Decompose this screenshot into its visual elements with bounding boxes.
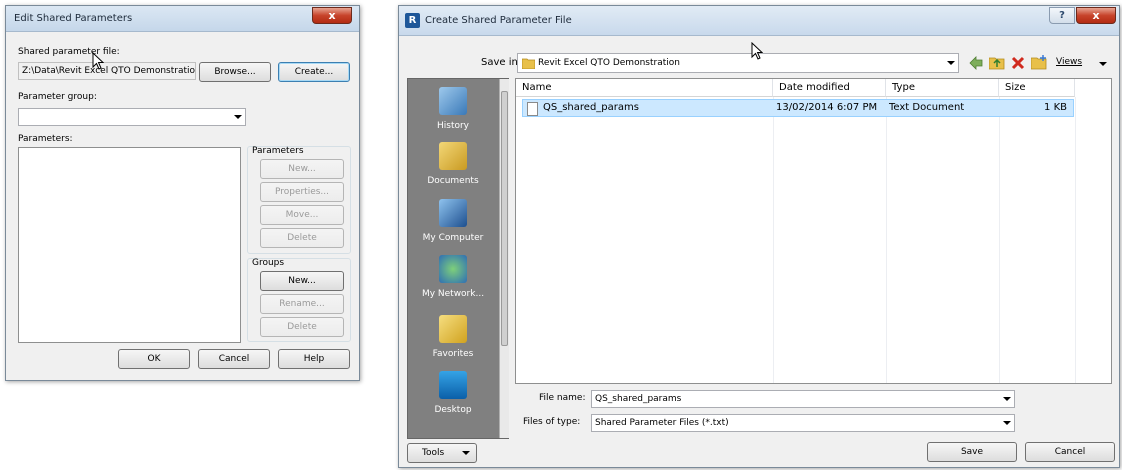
parameter-group-label: Parameter group: (18, 92, 97, 102)
save-button[interactable]: Save (927, 442, 1017, 462)
file-date: 13/02/2014 6:07 PM (776, 102, 878, 113)
save-in-select[interactable]: Revit Excel QTO Demonstration (517, 53, 959, 73)
file-row-selected[interactable]: QS_shared_params 13/02/2014 6:07 PM Text… (522, 99, 1074, 117)
chevron-down-icon (1003, 421, 1011, 425)
column-header-size[interactable]: Size (999, 79, 1075, 97)
files-of-type-label: Files of type: (523, 417, 581, 427)
dialog-title: Create Shared Parameter File (425, 15, 572, 26)
places-bar: History Documents My Computer My Network… (407, 78, 509, 439)
title-bar: Edit Shared Parameters x (6, 6, 359, 32)
cancel-button[interactable]: Cancel (198, 349, 270, 369)
delete-group-button[interactable]: Delete (260, 317, 344, 337)
shared-parameter-file-path: Z:\Data\Revit Excel QTO Demonstration\ (18, 62, 196, 80)
views-chevron-down-icon[interactable] (1099, 62, 1107, 66)
column-header-name[interactable]: Name (516, 79, 773, 97)
chevron-down-icon (1003, 397, 1011, 401)
shared-parameter-file-label: Shared parameter file: (18, 47, 120, 57)
chevron-down-icon (947, 61, 955, 65)
cancel-button[interactable]: Cancel (1025, 442, 1115, 462)
create-shared-parameter-file-dialog: R Create Shared Parameter File ? x Save … (398, 5, 1120, 468)
text-document-icon (527, 102, 538, 116)
places-scrollbar-thumb[interactable] (501, 91, 508, 346)
files-of-type-select[interactable]: Shared Parameter Files (*.txt) (591, 414, 1015, 432)
close-button[interactable]: x (312, 7, 352, 24)
dialog-title: Edit Shared Parameters (14, 13, 133, 24)
mouse-cursor-icon (92, 52, 104, 70)
properties-button[interactable]: Properties... (260, 182, 344, 202)
up-folder-icon[interactable] (989, 55, 1005, 70)
folder-icon (522, 58, 535, 69)
new-folder-icon[interactable] (1031, 55, 1047, 70)
move-button[interactable]: Move... (260, 205, 344, 225)
help-button[interactable]: ? (1049, 7, 1075, 24)
favorites-icon (439, 315, 467, 343)
ok-button[interactable]: OK (118, 349, 190, 369)
column-header-type[interactable]: Type (886, 79, 999, 97)
place-favorites[interactable]: Favorites (408, 315, 498, 359)
save-in-label: Save in: (481, 57, 522, 68)
new-group-button[interactable]: New... (260, 271, 344, 291)
tools-button[interactable]: Tools (407, 443, 477, 463)
back-arrow-icon[interactable] (969, 56, 983, 70)
file-name-label: File name: (539, 393, 586, 403)
new-parameter-button[interactable]: New... (260, 159, 344, 179)
delete-parameter-button[interactable]: Delete (260, 228, 344, 248)
title-bar: R Create Shared Parameter File ? x (399, 6, 1119, 36)
file-size: 1 KB (1044, 102, 1067, 113)
parameters-group-title: Parameters (252, 146, 304, 156)
places-scrollbar[interactable] (499, 79, 509, 438)
groups-group-title: Groups (252, 258, 285, 268)
help-button[interactable]: Help (278, 349, 350, 369)
chevron-down-icon (234, 115, 242, 119)
file-type: Text Document (889, 102, 965, 113)
place-my-network[interactable]: My Network... (408, 255, 498, 299)
place-history[interactable]: History (408, 87, 498, 131)
revit-app-icon: R (405, 13, 420, 28)
column-header-date-modified[interactable]: Date modified (773, 79, 886, 97)
parameters-label: Parameters: (18, 134, 73, 144)
file-list[interactable]: Name Date modified Type Size QS_shared_p… (515, 78, 1112, 384)
parameter-group-select[interactable] (18, 108, 246, 126)
chevron-down-icon (462, 451, 470, 455)
my-computer-icon (439, 199, 467, 227)
parameters-list[interactable] (18, 147, 241, 343)
parameters-group-box: Parameters New... Properties... Move... … (247, 146, 351, 254)
file-name-input[interactable]: QS_shared_params (591, 390, 1015, 408)
my-network-icon (439, 255, 467, 283)
place-desktop[interactable]: Desktop (408, 371, 498, 415)
save-in-value: Revit Excel QTO Demonstration (538, 58, 680, 68)
mouse-cursor-icon (751, 42, 763, 60)
views-menu-label[interactable]: Views (1056, 57, 1082, 67)
place-my-computer[interactable]: My Computer (408, 199, 498, 243)
place-documents[interactable]: Documents (408, 142, 498, 186)
delete-icon[interactable] (1011, 56, 1025, 70)
rename-group-button[interactable]: Rename... (260, 294, 344, 314)
create-button[interactable]: Create... (278, 62, 350, 82)
history-icon (439, 87, 467, 115)
desktop-icon (439, 371, 467, 399)
groups-group-box: Groups New... Rename... Delete (247, 258, 351, 342)
edit-shared-parameters-dialog: Edit Shared Parameters x Shared paramete… (5, 5, 360, 381)
browse-button[interactable]: Browse... (199, 62, 271, 82)
documents-icon (439, 142, 467, 170)
file-name: QS_shared_params (543, 102, 639, 113)
close-button[interactable]: x (1076, 7, 1116, 24)
